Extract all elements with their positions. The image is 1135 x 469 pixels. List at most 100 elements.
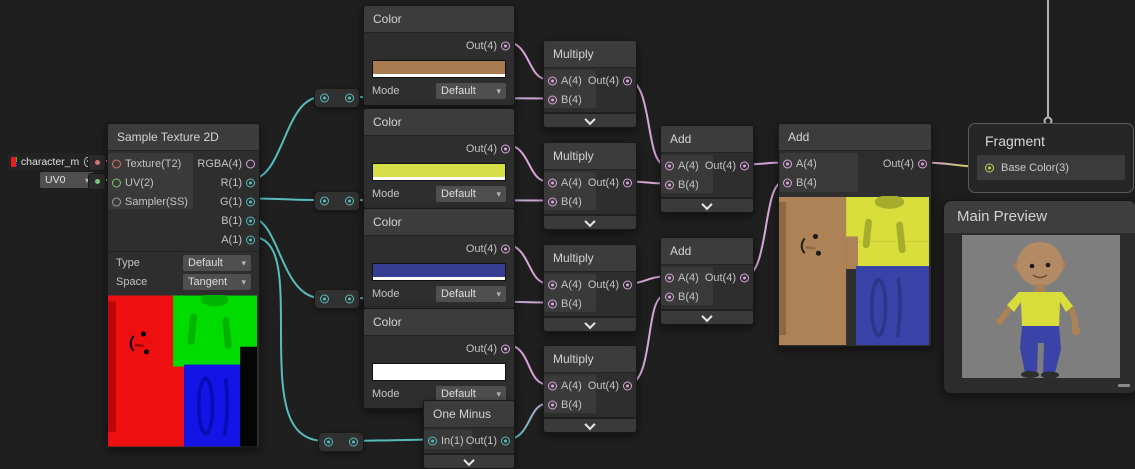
port-a-in[interactable] — [548, 381, 557, 390]
node-title[interactable]: Color — [364, 309, 514, 336]
port-out[interactable] — [623, 280, 632, 289]
redirect-in-port[interactable] — [320, 295, 329, 304]
uv-channel-dropdown[interactable]: UV0 ▾ — [40, 172, 94, 188]
wire-g-to-elbow2[interactable] — [250, 199, 321, 201]
port-a-out[interactable] — [246, 235, 255, 244]
redirect-out-port[interactable] — [349, 438, 358, 447]
node-title[interactable]: Multiply — [544, 41, 636, 68]
redirect-out-port[interactable] — [345, 197, 354, 206]
node-multiply-2[interactable]: Multiply A(4) Out(4) B(4) — [543, 142, 637, 230]
uv-property-port[interactable] — [95, 179, 100, 184]
character-3d-preview[interactable] — [962, 235, 1120, 378]
collapse-preview-button[interactable] — [544, 214, 636, 229]
redirect-node-r[interactable] — [314, 88, 360, 108]
node-title[interactable]: Multiply — [544, 346, 636, 373]
base-color-row[interactable]: Base Color(3) — [977, 155, 1125, 180]
node-title[interactable]: Multiply — [544, 143, 636, 170]
port-b-in[interactable] — [548, 299, 557, 308]
port-a-in[interactable] — [548, 280, 557, 289]
port-out[interactable] — [501, 144, 510, 153]
node-color-2[interactable]: Color Out(4) Mode Default ▾ — [363, 108, 515, 209]
color-swatch[interactable] — [372, 263, 506, 277]
node-multiply-4[interactable]: Multiply A(4) Out(4) B(4) — [543, 345, 637, 433]
port-out[interactable] — [918, 159, 927, 168]
redirect-node-a[interactable] — [318, 432, 364, 452]
node-title[interactable]: One Minus — [424, 401, 514, 428]
node-title[interactable]: Color — [364, 209, 514, 236]
main-preview-title[interactable]: Main Preview — [944, 201, 1135, 233]
collapse-preview-button[interactable] — [544, 112, 636, 127]
node-add-3[interactable]: Add A(4) Out(4) B(4) — [660, 237, 754, 325]
port-out[interactable] — [623, 76, 632, 85]
uv-property-port-box[interactable] — [88, 173, 106, 190]
port-b-out[interactable] — [246, 216, 255, 225]
port-out[interactable] — [623, 178, 632, 187]
texture-property-port[interactable] — [95, 160, 100, 165]
port-out[interactable] — [623, 381, 632, 390]
port-out[interactable] — [501, 41, 510, 50]
port-r-out[interactable] — [246, 178, 255, 187]
port-b-in[interactable] — [665, 180, 674, 189]
node-title[interactable]: Color — [364, 6, 514, 33]
color-swatch[interactable] — [372, 163, 506, 177]
collapse-preview-button[interactable] — [544, 316, 636, 331]
port-texture-in[interactable] — [112, 159, 121, 168]
shader-graph-canvas[interactable]: character_m UV0 ▾ Sample Texture 2D Text… — [0, 0, 1135, 467]
mode-dropdown[interactable]: Default ▾ — [436, 83, 506, 99]
mode-dropdown[interactable]: Default ▾ — [436, 186, 506, 202]
wire-b-to-elbow3[interactable] — [250, 218, 321, 299]
node-add-1[interactable]: Add A(4) Out(4) B(4) — [660, 125, 754, 213]
collapse-preview-button[interactable] — [661, 197, 753, 212]
node-sample-texture-2d[interactable]: Sample Texture 2D Texture(T2) RGBA(4) UV… — [107, 123, 260, 448]
port-a-in[interactable] — [548, 76, 557, 85]
port-out[interactable] — [740, 161, 749, 170]
redirect-node-g[interactable] — [314, 191, 360, 211]
redirect-in-port[interactable] — [320, 197, 329, 206]
node-title[interactable]: Add — [661, 126, 753, 153]
port-b-in[interactable] — [548, 400, 557, 409]
node-title[interactable]: Add — [661, 238, 753, 265]
wire-a-to-elbow4[interactable] — [250, 237, 325, 442]
port-out[interactable] — [740, 273, 749, 282]
node-color-3[interactable]: Color Out(4) Mode Default ▾ — [363, 208, 515, 309]
node-title[interactable]: Multiply — [544, 245, 636, 272]
resize-handle[interactable] — [1118, 384, 1130, 387]
redirect-out-port[interactable] — [345, 94, 354, 103]
port-b-in[interactable] — [783, 178, 792, 187]
collapse-preview-button[interactable] — [424, 453, 514, 468]
port-out[interactable] — [501, 436, 510, 445]
port-g-out[interactable] — [246, 197, 255, 206]
port-a-in[interactable] — [548, 178, 557, 187]
node-color-1[interactable]: Color Out(4) Mode Default ▾ — [363, 5, 515, 106]
color-swatch[interactable] — [372, 363, 506, 377]
node-color-4[interactable]: Color Out(4) Mode Default ▾ — [363, 308, 515, 409]
node-title[interactable]: Sample Texture 2D — [108, 124, 259, 151]
port-uv-in[interactable] — [112, 178, 121, 187]
redirect-out-port[interactable] — [345, 295, 354, 304]
collapse-preview-button[interactable] — [661, 309, 753, 324]
port-in[interactable] — [428, 436, 437, 445]
port-out[interactable] — [501, 344, 510, 353]
type-dropdown[interactable]: Default ▾ — [183, 255, 251, 271]
redirect-node-b[interactable] — [314, 289, 360, 309]
port-sampler-in[interactable] — [112, 197, 121, 206]
port-a-in[interactable] — [783, 159, 792, 168]
port-b-in[interactable] — [548, 197, 557, 206]
node-one-minus[interactable]: One Minus In(1) Out(1) — [423, 400, 515, 469]
texture-property-port-box[interactable] — [88, 154, 106, 171]
node-fragment[interactable]: Fragment Base Color(3) — [968, 123, 1134, 193]
color-swatch[interactable] — [372, 60, 506, 74]
port-b-in[interactable] — [548, 95, 557, 104]
redirect-in-port[interactable] — [324, 438, 333, 447]
port-b-in[interactable] — [665, 292, 674, 301]
redirect-in-port[interactable] — [320, 94, 329, 103]
port-a-in[interactable] — [665, 273, 674, 282]
collapse-preview-button[interactable] — [544, 417, 636, 432]
node-add-2[interactable]: Add A(4) Out(4) B(4) — [778, 123, 932, 347]
wire-elbow4-to-oneminus[interactable] — [353, 440, 430, 442]
mode-dropdown[interactable]: Default ▾ — [436, 286, 506, 302]
node-multiply-3[interactable]: Multiply A(4) Out(4) B(4) — [543, 244, 637, 332]
port-out[interactable] — [501, 244, 510, 253]
main-preview-panel[interactable]: Main Preview — [943, 200, 1135, 394]
space-dropdown[interactable]: Tangent ▾ — [183, 274, 251, 290]
